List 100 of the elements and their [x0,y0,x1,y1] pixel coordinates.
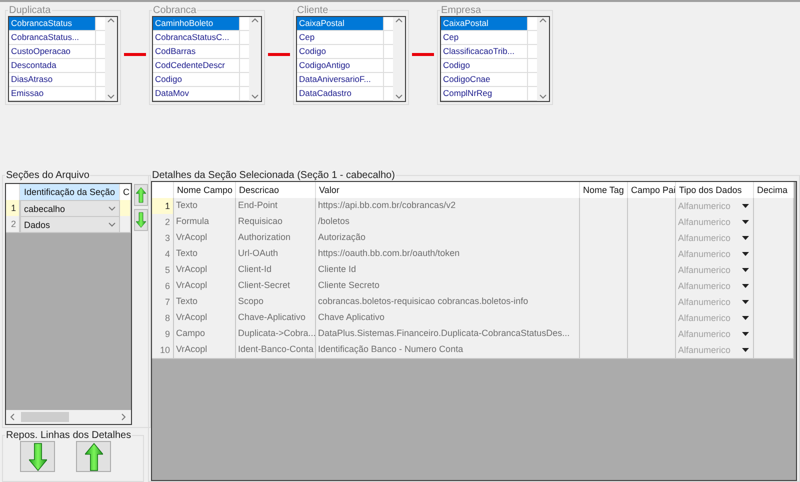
scroll-thumb[interactable] [21,412,69,422]
table-cell: Campo [174,326,236,343]
table-cell: Identificação Banco - Numero Conta [316,342,580,359]
table-cell: Autorização [316,230,580,247]
vertical-scrollbar[interactable] [105,17,117,101]
vertical-scrollbar[interactable] [393,17,405,101]
field-list[interactable]: CaixaPostal Cep Codigo CodigoAntigo DataAniversarioF... DataCadastro [296,16,406,102]
column-header[interactable]: Nome Campo [174,182,236,198]
field-item[interactable]: CodBarras [153,45,240,58]
caret-icon [742,252,749,256]
chevron-down-icon [107,93,115,101]
table-cell: Formula [174,214,236,231]
vertical-scrollbar[interactable] [249,17,261,101]
field-item[interactable]: Codigo [441,59,528,72]
row-header[interactable]: 10 [152,342,174,359]
field-item[interactable]: Descontada [9,59,96,72]
field-item[interactable]: CobrancaStatus [9,17,96,30]
field-item[interactable]: Emissao [9,87,96,100]
field-item[interactable]: DiasAtraso [9,73,96,86]
table-cell: Requisicao [236,214,316,231]
move-down-button[interactable] [134,209,148,231]
horizontal-scrollbar[interactable] [6,410,130,424]
field-item[interactable]: CodigoAntigo [297,59,384,72]
table-cell: Cliente Secreto [316,278,580,295]
group-title: Detalhes da Seção Selecionada (Seção 1 - cabecalho) [151,170,396,181]
field-item[interactable]: CobrancaStatusC... [153,31,240,44]
column-header[interactable]: C [120,184,130,200]
field-list[interactable]: CaixaPostal Cep ClassificacaoTrib... Codigo CodigoCnae ComplNrReg [440,16,550,102]
table-cell: Duplicata->Cobra... [236,326,316,343]
field-item[interactable]: CaminhoBoleto [153,17,240,30]
row-header[interactable]: 2 [6,216,20,233]
field-item[interactable]: CaixaPostal [441,17,528,30]
table-cell [580,198,628,215]
field-item[interactable]: DataCadastro [297,87,384,100]
table-cell: /boletos [316,214,580,231]
table-cell: VrAcopl [174,262,236,279]
vertical-scrollbar[interactable] [537,17,549,101]
table-title: Cobranca [152,5,198,16]
table-cell: VrAcopl [174,230,236,247]
column-header[interactable]: Nome Tag [580,182,628,198]
table-cell [754,198,794,215]
row-header[interactable]: 1 [6,200,20,217]
field-item[interactable]: DataAniversarioF... [297,73,384,86]
field-list[interactable]: CaminhoBoleto CobrancaStatusC... CodBarras CodCedenteDescr Codigo DataMov [152,16,262,102]
table-cell: Ident-Banco-Conta [236,342,316,359]
table-title: Cliente [296,5,330,16]
column-header[interactable]: Valor [316,182,580,198]
field-list[interactable]: CobrancaStatus CobrancaStatus... CustoOperacao Descontada DiasAtraso Emissao [8,16,118,102]
table-cell: Texto [174,294,236,311]
field-item[interactable]: Codigo [297,45,384,58]
row-header[interactable]: 1 [152,198,174,215]
chevron-down-icon [539,93,547,101]
field-item[interactable]: ComplNrReg [441,87,528,100]
field-item[interactable]: DataMov [153,87,240,100]
row-header[interactable]: 3 [152,230,174,247]
chevron-down-icon [395,93,403,101]
field-item[interactable]: Cep [441,31,528,44]
move-up-button[interactable] [134,184,148,206]
table-cell [628,342,676,359]
move-down-button[interactable] [20,441,55,472]
column-header[interactable]: Identificação da Seção [20,184,120,200]
chevron-up-icon [107,17,115,25]
field-item[interactable]: CaixaPostal [297,17,384,30]
arrow-down-icon [136,211,146,229]
row-header[interactable]: 9 [152,326,174,343]
field-item[interactable]: CustoOperacao [9,45,96,58]
row-header[interactable]: 5 [152,262,174,279]
field-item[interactable]: CodigoCnae [441,73,528,86]
table-cell: Url-OAuth [236,246,316,263]
row-header[interactable]: 6 [152,278,174,295]
row-header[interactable]: 8 [152,310,174,327]
caret-icon [742,204,749,208]
caret-icon [742,316,749,320]
table-cell: Chave-Aplicativo [236,310,316,327]
field-item[interactable]: ClassificacaoTrib... [441,45,528,58]
row-header[interactable]: 4 [152,246,174,263]
arrow-up-icon [84,442,102,470]
column-header[interactable]: Tipo dos Dados [676,182,754,198]
field-item[interactable]: Codigo [153,73,240,86]
column-header[interactable]: Campo Pai [628,182,676,198]
table-cell [628,198,676,215]
row-header[interactable]: 7 [152,294,174,311]
connector-line [268,53,290,56]
chevron-right-icon [120,413,128,421]
row-header[interactable]: 2 [152,214,174,231]
header-corner [6,184,20,200]
field-item[interactable]: CobrancaStatus... [9,31,96,44]
chevron-up-icon [539,17,547,25]
table-cell: Chave Aplicativo [316,310,580,327]
section-dropdown[interactable]: cabecalho [20,200,120,217]
column-header[interactable]: Descricao [236,182,316,198]
table-cell: End-Point [236,198,316,215]
field-item[interactable]: CodCedenteDescr [153,59,240,72]
group-title: Seções do Arquivo [5,170,90,181]
field-item[interactable]: Cep [297,31,384,44]
table-cell: Authorization [236,230,316,247]
column-header[interactable]: Decima [754,182,794,198]
table-cell: VrAcopl [174,342,236,359]
section-dropdown[interactable]: Dados [20,216,120,233]
move-up-button[interactable] [76,441,111,472]
